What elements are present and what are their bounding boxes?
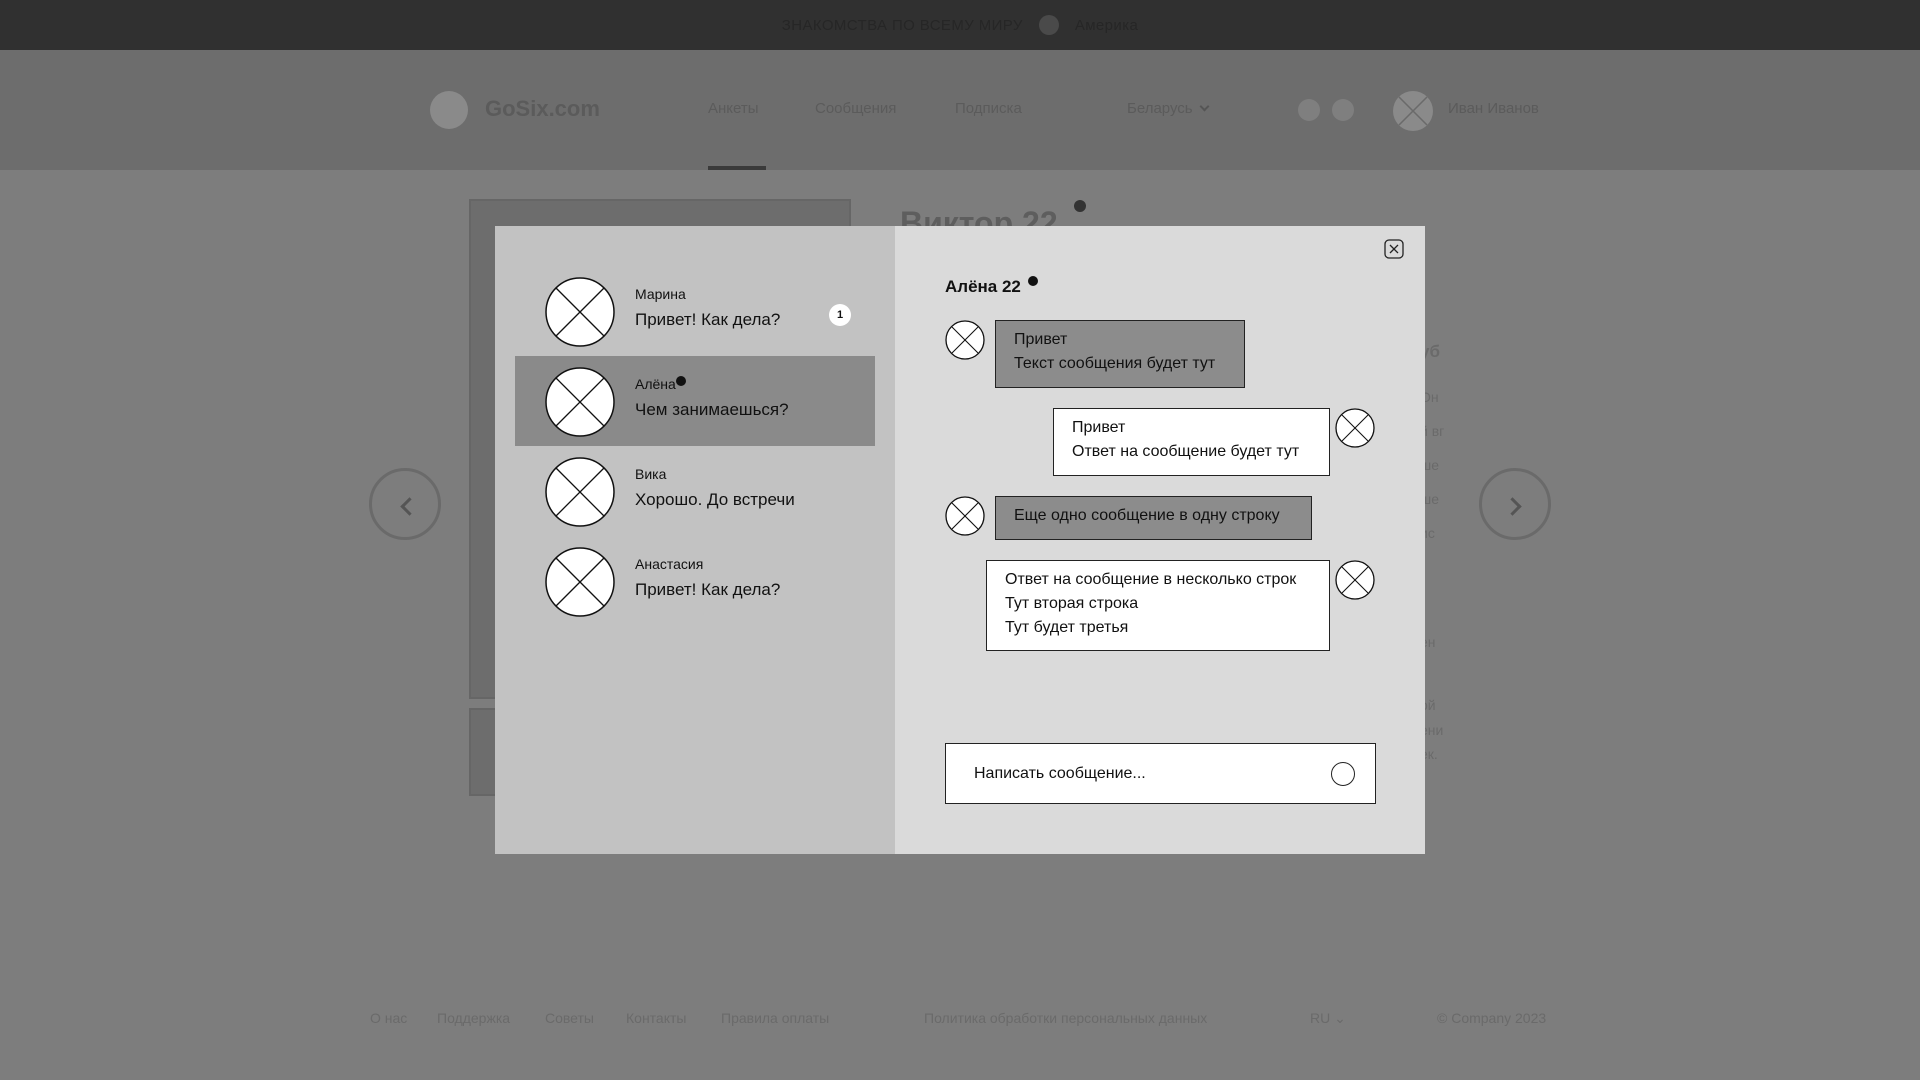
message-line: Привет: [1014, 331, 1068, 348]
x-circle-icon: [1398, 96, 1428, 126]
contact-name: Анастасия: [635, 556, 704, 572]
x-circle-icon: [545, 367, 615, 437]
message-bubble-incoming: Еще одно сообщение в одну строку: [995, 496, 1312, 540]
favorites-icon[interactable]: [1332, 99, 1354, 121]
nav-messages[interactable]: Сообщения: [815, 100, 896, 117]
contact-last-message: Привет! Как дела?: [635, 580, 781, 599]
message-line: Еще одно сообщение в одну строку: [1014, 507, 1280, 524]
language-select[interactable]: RU ⌄: [1310, 1010, 1346, 1027]
message-bubble-incoming: Привет Текст сообщения будет тут: [995, 320, 1245, 388]
footer-link[interactable]: Контакты: [626, 1010, 686, 1026]
nav-subscription[interactable]: Подписка: [955, 100, 1022, 117]
logo[interactable]: GoSix.com: [485, 96, 600, 122]
contact-name: Алёна: [635, 376, 676, 392]
user-name[interactable]: Иван Иванов: [1448, 100, 1539, 117]
online-indicator: [1074, 200, 1086, 212]
x-circle-icon: [945, 496, 985, 536]
copyright: © Company 2023: [1437, 1010, 1547, 1026]
user-avatar[interactable]: [1393, 91, 1433, 131]
top-banner-text: ЗНАКОМСТВА ПО ВСЕМУ МИРУ: [781, 16, 1023, 34]
contact-name: Вика: [635, 466, 667, 482]
footer-link[interactable]: Поддержка: [437, 1010, 510, 1026]
message-line: Ответ на сообщение будет тут: [1072, 443, 1300, 460]
contact-last-message: Привет! Как дела?: [635, 310, 781, 329]
x-circle-icon: [545, 457, 615, 527]
close-icon[interactable]: [1384, 239, 1404, 259]
online-indicator: [676, 376, 686, 386]
footer-link[interactable]: Правила оплаты: [721, 1010, 829, 1026]
message-line: Ответ на сообщение в несколько строк: [1005, 571, 1297, 588]
x-circle-icon: [1335, 560, 1375, 600]
message-bubble-outgoing: Привет Ответ на сообщение будет тут: [1053, 408, 1330, 476]
online-indicator: [1028, 276, 1038, 286]
messages-modal: Марина Привет! Как дела? 1 Алёна Чем зан…: [495, 226, 1425, 854]
chevron-down-icon: [1199, 101, 1210, 112]
contact-item[interactable]: Вика Хорошо. До встречи: [515, 446, 875, 536]
country-select-label: Беларусь: [1127, 100, 1193, 117]
next-profile-button[interactable]: [1479, 468, 1551, 540]
footer-link[interactable]: Советы: [545, 1010, 594, 1026]
chevron-right-icon: [1503, 497, 1522, 516]
x-circle-icon: [945, 320, 985, 360]
contact-last-message: Чем занимаешься?: [635, 400, 789, 419]
chat-panel: Алёна 22 Привет Текст сообщения будет ту…: [895, 226, 1425, 854]
privacy-policy-link[interactable]: Политика обработки персональных данных: [924, 1010, 1207, 1026]
compose-box: [945, 743, 1376, 804]
unread-badge: 1: [829, 304, 851, 326]
contact-item[interactable]: Марина Привет! Как дела? 1: [515, 266, 875, 356]
chat-title: Алёна 22: [945, 277, 1021, 296]
message-line: Тут будет третья: [1005, 619, 1129, 636]
chevron-left-icon: [400, 497, 419, 516]
x-circle-icon: [545, 277, 615, 347]
message-input[interactable]: [974, 762, 1304, 786]
globe-icon: [1038, 15, 1059, 35]
x-circle-icon: [545, 547, 615, 617]
contact-item[interactable]: Алёна Чем занимаешься?: [515, 356, 875, 446]
message-line: Тут вторая строка: [1005, 595, 1139, 612]
message-line: Привет: [1072, 419, 1126, 436]
site-footer: О нас Поддержка Советы Контакты Правила …: [0, 1010, 1920, 1030]
nav-profiles[interactable]: Анкеты: [708, 100, 759, 117]
logo-icon: [430, 91, 468, 129]
country-select[interactable]: Беларусь: [1127, 100, 1210, 117]
send-icon[interactable]: [1331, 762, 1355, 786]
site-header: GoSix.com Анкеты Сообщения Подписка Бела…: [0, 50, 1920, 170]
x-circle-icon: [1335, 408, 1375, 448]
nav-active-indicator: [708, 166, 766, 170]
message-line: Текст сообщения будет тут: [1014, 355, 1216, 372]
top-banner: ЗНАКОМСТВА ПО ВСЕМУ МИРУ Америка: [0, 0, 1920, 50]
notification-icon[interactable]: [1298, 99, 1320, 121]
contact-list: Марина Привет! Как дела? 1 Алёна Чем зан…: [495, 226, 895, 854]
message-bubble-outgoing: Ответ на сообщение в несколько строк Тут…: [986, 560, 1330, 651]
prev-profile-button[interactable]: [369, 468, 441, 540]
contact-name: Марина: [635, 286, 686, 302]
contact-item[interactable]: Анастасия Привет! Как дела?: [515, 536, 875, 626]
contact-last-message: Хорошо. До встречи: [635, 490, 795, 509]
footer-link[interactable]: О нас: [370, 1010, 407, 1026]
language-label: RU: [1310, 1010, 1331, 1026]
region-link[interactable]: Америка: [1075, 17, 1138, 34]
